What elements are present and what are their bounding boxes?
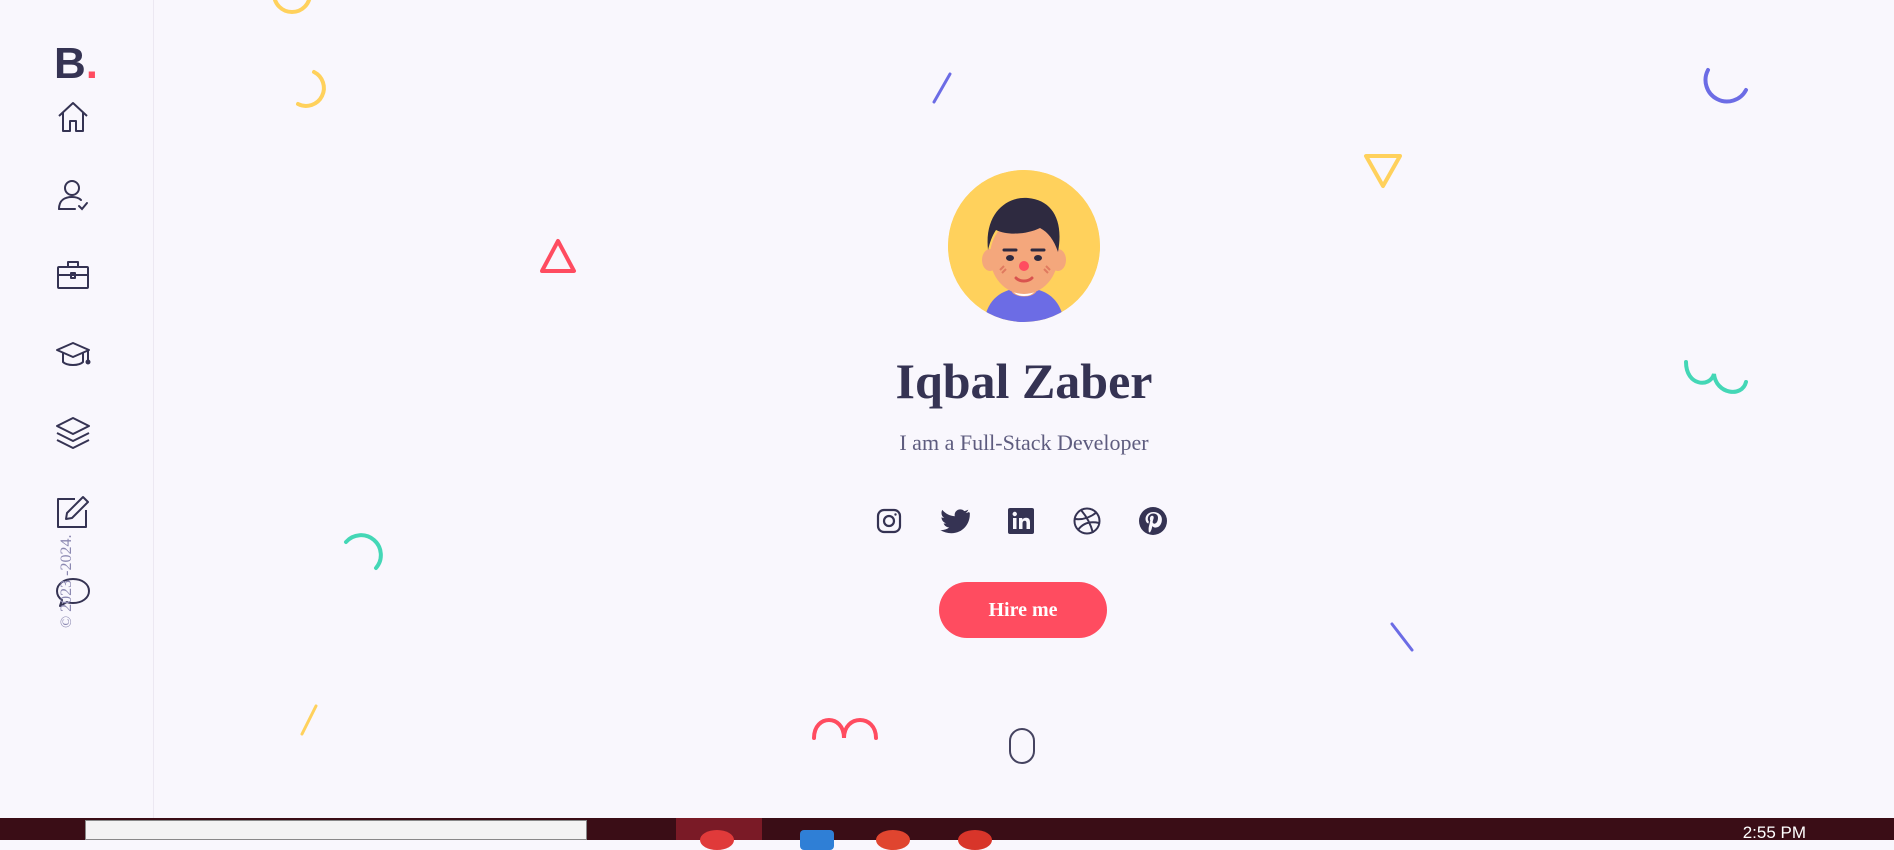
- dribbble-link[interactable]: [1070, 504, 1104, 538]
- home-icon: [58, 102, 88, 132]
- instagram-link[interactable]: [872, 504, 906, 538]
- wave-shape: [812, 718, 878, 740]
- logo-dot: .: [85, 39, 99, 88]
- user-check-icon: [58, 180, 88, 211]
- taskbar-clock[interactable]: 2:55 PM: [1743, 823, 1806, 843]
- edit-icon: [57, 496, 89, 528]
- hire-me-button[interactable]: Hire me: [939, 582, 1107, 638]
- briefcase-icon: [57, 261, 89, 289]
- arc-shape: [296, 70, 326, 108]
- taskbar-app-icon[interactable]: [958, 830, 992, 850]
- scroll-mouse-icon[interactable]: [1009, 728, 1035, 764]
- taskbar-app-icon[interactable]: [800, 830, 834, 850]
- sidebar: B. © 2023 -2024.: [0, 0, 154, 818]
- nav-about[interactable]: [54, 176, 92, 214]
- layers-icon: [56, 417, 90, 449]
- nav-home[interactable]: [54, 98, 92, 136]
- arc-shape: [344, 533, 383, 570]
- taskbar-search-box[interactable]: [85, 820, 587, 840]
- logo[interactable]: B.: [54, 42, 98, 86]
- instagram-icon: [876, 508, 902, 534]
- twitter-icon: [940, 509, 970, 534]
- twitter-link[interactable]: [938, 504, 972, 538]
- social-links: [872, 504, 1170, 538]
- avatar: [948, 170, 1100, 322]
- logo-letter: B: [54, 39, 86, 88]
- triangle-shape: [540, 239, 576, 273]
- hero-section: Iqbal Zaber I am a Full-Stack Developer …: [154, 0, 1894, 818]
- taskbar-app-icon[interactable]: [876, 830, 910, 850]
- line-shape: [300, 704, 318, 736]
- pinterest-icon: [1139, 507, 1167, 535]
- line-shape: [1390, 622, 1414, 652]
- triangle-shape: [1364, 154, 1402, 188]
- avatar-illustration: [948, 170, 1100, 322]
- graduation-cap-icon: [56, 342, 91, 366]
- taskbar-app-icon[interactable]: [700, 830, 734, 850]
- hero-name: Iqbal Zaber: [895, 353, 1153, 409]
- linkedin-icon: [1008, 508, 1034, 534]
- nav-services[interactable]: [54, 256, 92, 294]
- line-shape: [932, 72, 952, 104]
- copyright: © 2023 -2024.: [58, 534, 75, 628]
- nav-works[interactable]: [54, 414, 92, 452]
- linkedin-link[interactable]: [1004, 504, 1038, 538]
- nav-experience[interactable]: [54, 335, 92, 373]
- arc-shape: [1703, 68, 1748, 104]
- pinterest-link[interactable]: [1136, 504, 1170, 538]
- hero-tagline: I am a Full-Stack Developer: [899, 430, 1149, 455]
- semicircle-shape: [273, 0, 311, 14]
- nav-blog[interactable]: [54, 493, 92, 531]
- dribbble-icon: [1073, 507, 1101, 535]
